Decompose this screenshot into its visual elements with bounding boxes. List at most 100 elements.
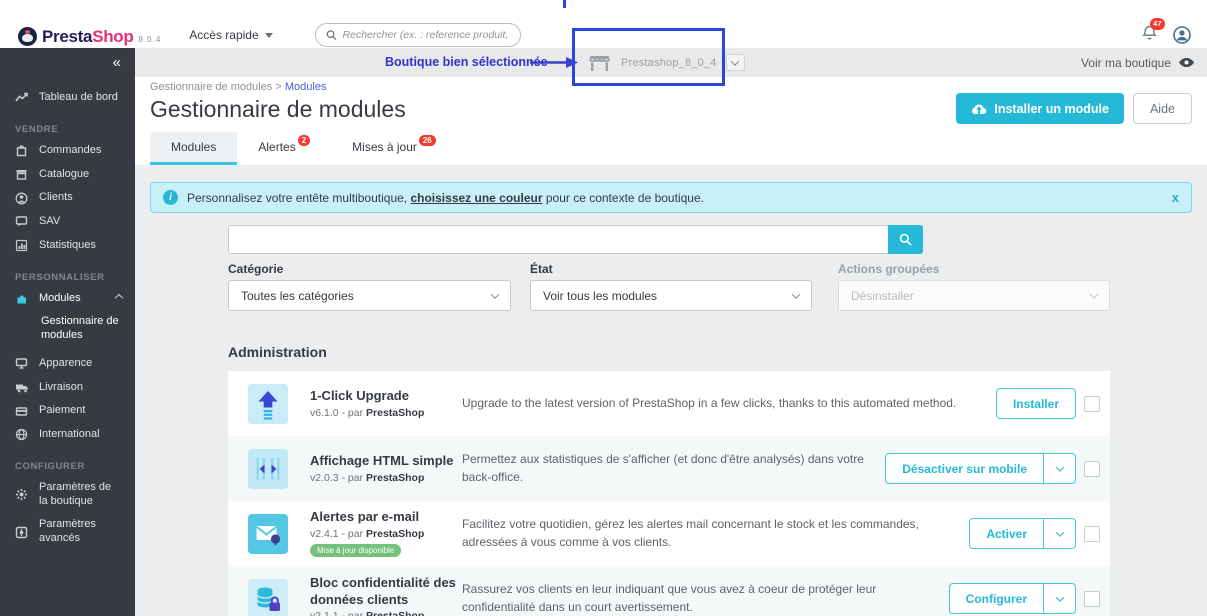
store-icon [587, 54, 612, 72]
module-title: Bloc confidentialité des données clients [310, 575, 462, 608]
notification-count-badge: 47 [1150, 18, 1165, 30]
top-margin [0, 0, 1207, 22]
sidebar-item-gestionnaire-de-modules[interactable]: Gestionnaire de modules [0, 310, 135, 348]
sidebar-item-clients[interactable]: Clients [0, 186, 135, 210]
configure-button[interactable]: Configurer [949, 583, 1076, 614]
shop-selector[interactable]: Prestashop_8_0_4 [587, 48, 745, 77]
sidebar-item-dashboard[interactable]: Tableau de bord [0, 86, 135, 110]
breadcrumb-current[interactable]: Modules [285, 81, 327, 93]
update-available-badge: Mise à jour disponible [310, 544, 401, 557]
sidebar-item-catalogue[interactable]: Catalogue [0, 163, 135, 187]
shipping-truck-icon [15, 381, 29, 394]
tab-alertes[interactable]: Alertes2 [237, 132, 331, 165]
action-dropdown-toggle[interactable] [1043, 584, 1075, 613]
bulk-actions-label: Actions groupées [838, 262, 939, 276]
action-dropdown-toggle[interactable] [1043, 519, 1075, 548]
module-info: 1-Click Upgrade v6.1.0 - par PrestaShop [310, 388, 462, 418]
module-description: Permettez aux statistiques de s'afficher… [462, 451, 885, 486]
data-privacy-icon [248, 579, 288, 616]
module-row-alertes-email: Alertes par e-mail v2.4.1 - par PrestaSh… [228, 501, 1110, 566]
header-actions: Installer un module Aide [956, 93, 1192, 124]
tab-modules[interactable]: Modules [150, 132, 237, 165]
module-description: Facilitez votre quotidien, gérez les ale… [462, 516, 969, 551]
sidebar-item-statistiques[interactable]: Statistiques [0, 234, 135, 258]
module-search-button[interactable] [888, 225, 923, 254]
state-select[interactable]: Voir tous les modules [530, 280, 812, 311]
banner-text: Personnalisez votre entête multiboutique… [187, 191, 704, 205]
sidebar-item-parametres-boutique[interactable]: Paramètres de la boutique [0, 476, 135, 514]
alertes-count-badge: 2 [298, 135, 310, 146]
sidebar-item-apparence[interactable]: Apparence [0, 352, 135, 376]
global-search-input[interactable] [343, 29, 510, 41]
module-checkbox[interactable] [1084, 591, 1100, 607]
chevron-down-icon [1055, 463, 1063, 471]
orders-bag-icon [15, 144, 29, 157]
shop-name-label: Prestashop_8_0_4 [621, 57, 717, 69]
module-actions: Configurer [949, 583, 1100, 614]
shop-dropdown-toggle[interactable] [726, 54, 745, 71]
stats-icon [15, 239, 29, 252]
module-version: v2.0.3 - par PrestaShop [310, 472, 462, 484]
profile-avatar[interactable] [1173, 26, 1191, 44]
brand-text: PrestaShop [42, 27, 133, 47]
global-search[interactable] [315, 23, 521, 47]
module-version: v6.1.0 - par PrestaShop [310, 407, 462, 419]
sidebar-item-paiement[interactable]: Paiement [0, 399, 135, 423]
module-checkbox[interactable] [1084, 396, 1100, 412]
disable-mobile-button[interactable]: Désactiver sur mobile [885, 453, 1076, 484]
module-checkbox[interactable] [1084, 526, 1100, 542]
prestashop-logo-icon [18, 27, 37, 46]
action-dropdown-toggle[interactable] [1043, 454, 1075, 483]
quick-access-menu[interactable]: Accès rapide [189, 28, 272, 42]
module-version: v2.4.1 - par PrestaShop [310, 528, 462, 540]
chevron-down-icon [1055, 528, 1063, 536]
module-title: Alertes par e-mail [310, 509, 462, 525]
breadcrumb-parent: Gestionnaire de modules [150, 81, 272, 93]
chevron-down-icon [1055, 593, 1063, 601]
customer-service-icon [15, 215, 29, 228]
tab-mises-a-jour[interactable]: Mises à jour26 [331, 132, 457, 165]
view-my-shop-link[interactable]: Voir ma boutique [1081, 48, 1195, 77]
category-select[interactable]: Toutes les catégories [228, 280, 511, 311]
sidebar-item-parametres-avances[interactable]: Paramètres avancés [0, 513, 135, 551]
module-info: Bloc confidentialité des données clients… [310, 575, 462, 616]
module-checkbox[interactable] [1084, 461, 1100, 477]
sidebar-item-international[interactable]: International [0, 423, 135, 447]
module-search-input[interactable] [228, 225, 888, 254]
install-button[interactable]: Installer [996, 388, 1076, 419]
prestashop-logo[interactable]: PrestaShop 8.0.4 [18, 23, 161, 47]
sidebar-item-sav[interactable]: SAV [0, 210, 135, 234]
chevron-down-icon [1090, 290, 1098, 298]
annotation-tick [563, 0, 566, 8]
shop-params-gear-icon [15, 488, 29, 501]
appearance-monitor-icon [15, 357, 29, 370]
dashboard-icon [15, 91, 29, 104]
sidebar-item-modules[interactable]: Modules [0, 287, 135, 311]
module-row-1-click-upgrade: 1-Click Upgrade v6.1.0 - par PrestaShop … [228, 371, 1110, 436]
choose-color-link[interactable]: choisissez une couleur [410, 191, 542, 205]
search-icon [899, 233, 912, 246]
help-button[interactable]: Aide [1133, 93, 1192, 124]
upload-cloud-icon [971, 103, 987, 115]
notifications-bell[interactable]: 47 [1142, 25, 1157, 46]
module-search [228, 225, 923, 254]
module-actions: Installer [996, 388, 1100, 419]
enable-button[interactable]: Activer [969, 518, 1076, 549]
annotation-text: Boutique bien sélectionnée [385, 55, 548, 69]
sidebar-item-commandes[interactable]: Commandes [0, 139, 135, 163]
module-description: Upgrade to the latest version of PrestaS… [462, 395, 996, 412]
chevron-down-icon [792, 290, 800, 298]
module-list: 1-Click Upgrade v6.1.0 - par PrestaShop … [228, 371, 1110, 616]
sidebar-section-configurer: CONFIGURER [0, 447, 135, 476]
sidebar-section-vendre: VENDRE [0, 110, 135, 139]
main-header: PrestaShop 8.0.4 Accès rapide 47 [0, 22, 1207, 48]
sidebar-item-livraison[interactable]: Livraison [0, 376, 135, 400]
module-row-bloc-confidentialite: Bloc confidentialité des données clients… [228, 566, 1110, 616]
install-module-button[interactable]: Installer un module [956, 93, 1124, 124]
tab-bar: Modules Alertes2 Mises à jour26 [150, 132, 457, 165]
bulk-actions-select: Désinstaller [838, 280, 1110, 311]
shop-context-bar: Boutique bien sélectionnée Prestashop_8_… [135, 48, 1207, 77]
banner-close-icon[interactable]: x [1172, 190, 1179, 205]
sidebar-collapse-button[interactable]: « [0, 48, 135, 77]
module-actions: Désactiver sur mobile [885, 453, 1100, 484]
